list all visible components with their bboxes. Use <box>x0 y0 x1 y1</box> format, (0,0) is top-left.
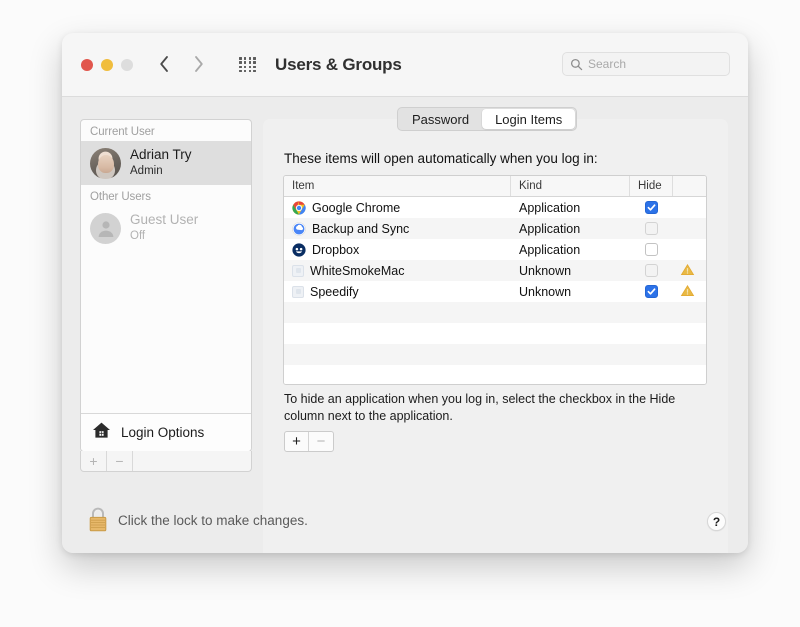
hide-checkbox[interactable] <box>645 243 658 256</box>
screen: Users & Groups Current User Adrian Try A… <box>0 0 800 627</box>
forward-chevron-icon[interactable] <box>193 52 205 76</box>
home-icon <box>92 421 111 444</box>
table-header-row: Item Kind Hide <box>284 176 706 197</box>
add-user-button[interactable]: + <box>81 451 107 471</box>
cell-kind: Application <box>511 201 630 215</box>
user-role: Off <box>130 229 198 244</box>
item-label: Speedify <box>310 285 359 299</box>
sidebar-footer-filler <box>133 451 251 471</box>
item-label: Backup and Sync <box>312 222 409 236</box>
cell-kind: Unknown <box>511 264 630 278</box>
cell-hide <box>630 243 673 256</box>
back-chevron-icon[interactable] <box>158 52 170 76</box>
cell-item: WhiteSmokeMac <box>284 264 511 278</box>
column-header-kind[interactable]: Kind <box>511 176 630 196</box>
column-header-hide[interactable]: Hide <box>630 176 673 196</box>
user-role: Admin <box>130 164 192 179</box>
sidebar-item-adrian-try[interactable]: Adrian Try Admin <box>81 141 251 185</box>
table-row[interactable]: Dropbox Application <box>284 239 706 260</box>
cell-hide <box>630 222 673 235</box>
minimize-button[interactable] <box>101 59 113 71</box>
login-items-panel: Password Login Items These items will op… <box>263 119 728 553</box>
sidebar-group-label-current: Current User <box>81 120 251 141</box>
zoom-button[interactable] <box>121 59 133 71</box>
table-row-empty <box>284 323 706 344</box>
cell-item: Google Chrome <box>284 201 511 215</box>
table-row-empty <box>284 365 706 385</box>
users-sidebar: Current User Adrian Try Admin Other User… <box>80 119 252 452</box>
remove-login-item-button[interactable]: − <box>309 432 333 451</box>
traffic-light-group <box>81 59 133 71</box>
login-options-label: Login Options <box>121 425 204 440</box>
column-header-warning[interactable] <box>673 176 706 196</box>
cell-hide <box>630 201 673 214</box>
cell-kind: Application <box>511 243 630 257</box>
avatar <box>90 213 121 244</box>
sidebar-item-login-options[interactable]: Login Options <box>81 413 251 451</box>
sidebar-group-label-other: Other Users <box>81 185 251 206</box>
cell-item: Backup and Sync <box>284 222 511 236</box>
system-preferences-window: Users & Groups Current User Adrian Try A… <box>62 33 748 553</box>
table-row-empty <box>284 344 706 365</box>
window-body: Current User Adrian Try Admin Other User… <box>62 97 748 553</box>
cell-warning <box>673 284 706 300</box>
lock-closed-icon[interactable] <box>86 505 110 533</box>
window-titlebar: Users & Groups <box>62 33 748 97</box>
column-header-item[interactable]: Item <box>284 176 511 196</box>
hide-checkbox[interactable] <box>645 285 658 298</box>
user-name: Adrian Try <box>130 147 192 164</box>
chrome-icon <box>292 201 306 215</box>
search-icon <box>570 58 583 71</box>
table-row[interactable]: WhiteSmokeMac Unknown <box>284 260 706 281</box>
add-login-item-button[interactable]: + <box>285 432 309 451</box>
navigation-buttons <box>158 52 205 76</box>
table-row-empty <box>284 302 706 323</box>
help-button[interactable]: ? <box>707 512 726 531</box>
remove-user-button[interactable]: − <box>107 451 133 471</box>
login-items-add-remove: + − <box>284 431 334 452</box>
window-footer: Click the lock to make changes. ? <box>62 489 748 553</box>
warning-triangle-icon <box>680 284 695 300</box>
panel-heading: These items will open automatically when… <box>284 151 598 166</box>
unknown-app-icon <box>292 286 304 298</box>
sidebar-add-remove-bar: + − <box>80 451 252 472</box>
table-row[interactable]: Backup and Sync Application <box>284 218 706 239</box>
cell-hide <box>630 264 673 277</box>
table-row[interactable]: Google Chrome Application <box>284 197 706 218</box>
user-name: Guest User <box>130 212 198 229</box>
table-row[interactable]: Speedify Unknown <box>284 281 706 302</box>
login-items-table: Item Kind Hide <box>283 175 707 385</box>
close-button[interactable] <box>81 59 93 71</box>
hide-checkbox[interactable] <box>645 264 658 277</box>
cell-warning <box>673 263 706 279</box>
cell-item: Speedify <box>284 285 511 299</box>
unknown-app-icon <box>292 265 304 277</box>
hide-checkbox[interactable] <box>645 222 658 235</box>
page-title: Users & Groups <box>275 55 402 75</box>
warning-triangle-icon <box>680 263 695 279</box>
tab-login-items[interactable]: Login Items <box>482 109 575 129</box>
search-field[interactable] <box>562 52 730 76</box>
backup-and-sync-icon <box>292 222 306 236</box>
item-label: Google Chrome <box>312 201 400 215</box>
cell-kind: Application <box>511 222 630 236</box>
show-all-grid-icon[interactable] <box>239 57 257 73</box>
sidebar-item-guest-user[interactable]: Guest User Off <box>81 206 251 250</box>
cell-kind: Unknown <box>511 285 630 299</box>
item-label: Dropbox <box>312 243 359 257</box>
hide-checkbox[interactable] <box>645 201 658 214</box>
dropbox-icon <box>292 243 306 257</box>
panel-note: To hide an application when you log in, … <box>284 391 684 425</box>
cell-item: Dropbox <box>284 243 511 257</box>
avatar <box>90 148 121 179</box>
search-input[interactable] <box>588 57 722 71</box>
lock-message: Click the lock to make changes. <box>118 513 308 528</box>
cell-hide <box>630 285 673 298</box>
tab-bar: Password Login Items <box>397 107 577 131</box>
item-label: WhiteSmokeMac <box>310 264 404 278</box>
tab-password[interactable]: Password <box>399 109 482 129</box>
